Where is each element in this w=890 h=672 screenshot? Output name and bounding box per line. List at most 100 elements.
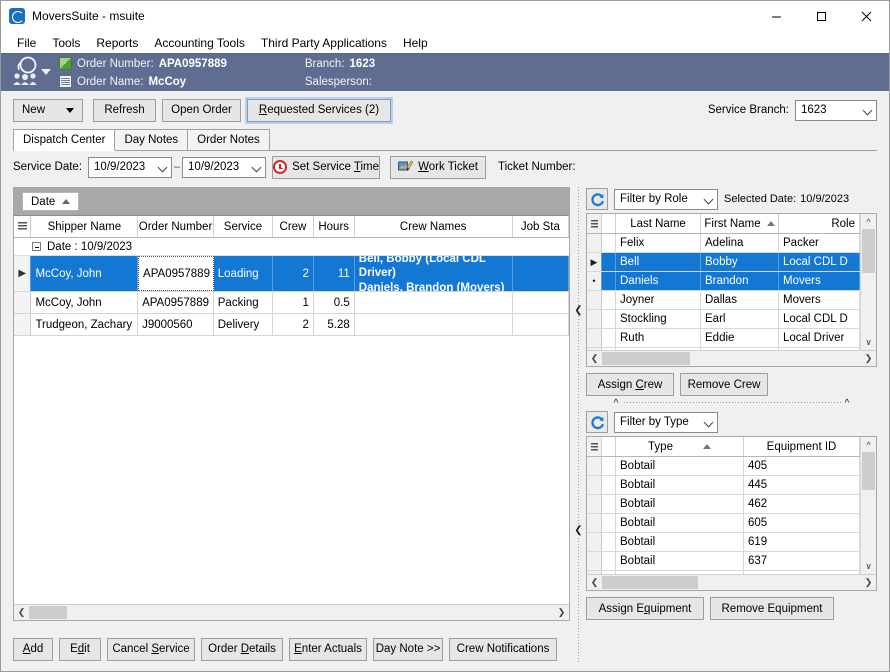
group-chip-date[interactable]: Date: [22, 192, 79, 211]
minimize-button[interactable]: [754, 1, 799, 32]
list-item[interactable]: Felix Adelina Packer: [587, 234, 860, 253]
column-order-number[interactable]: Order Number: [138, 216, 214, 237]
panel-splitter-vertical[interactable]: ❮ ❮: [572, 187, 586, 663]
list-item[interactable]: ▶ Bell Bobby Local CDL D: [587, 253, 860, 272]
scroll-left-icon[interactable]: ❮: [14, 605, 29, 620]
grid-menu-button[interactable]: [14, 216, 31, 237]
assign-crew-button[interactable]: Assign Crew: [586, 373, 674, 396]
splitter-collapse-arrow-left[interactable]: ^: [610, 398, 622, 409]
new-button[interactable]: New: [13, 99, 83, 122]
collapse-expander-icon[interactable]: [32, 242, 41, 251]
list-item[interactable]: • Daniels Brandon Movers: [587, 272, 860, 291]
vscroll-track[interactable]: [861, 229, 876, 335]
edit-button[interactable]: Edit: [59, 638, 101, 661]
hscroll-thumb[interactable]: [29, 606, 67, 619]
hscroll-thumb[interactable]: [602, 352, 690, 365]
menu-accounting-tools[interactable]: Accounting Tools: [146, 34, 253, 52]
maximize-button[interactable]: [799, 1, 844, 32]
close-button[interactable]: [844, 1, 889, 32]
list-item[interactable]: Bobtail 619: [587, 533, 860, 552]
list-item[interactable]: Bobtail 405: [587, 457, 860, 476]
tab-order-notes[interactable]: Order Notes: [187, 129, 270, 150]
vscroll-track[interactable]: [861, 452, 876, 559]
tab-day-notes[interactable]: Day Notes: [114, 129, 188, 150]
table-row[interactable]: Trudgeon, Zachary J9000560 Delivery 2 5.…: [14, 314, 569, 336]
scroll-right-icon[interactable]: ❯: [554, 605, 569, 620]
enter-actuals-button[interactable]: Enter Actuals: [289, 638, 367, 661]
scroll-right-icon[interactable]: ❯: [861, 575, 876, 590]
column-job-status[interactable]: Job Sta: [513, 216, 569, 237]
service-date-from-select[interactable]: 10/9/2023: [88, 157, 172, 178]
scroll-down-icon[interactable]: ∨: [861, 559, 876, 574]
column-hours[interactable]: Hours: [314, 216, 355, 237]
column-first-name[interactable]: First Name: [701, 214, 779, 233]
hscroll-thumb[interactable]: [602, 576, 698, 589]
group-header-row[interactable]: Date : 10/9/2023: [14, 238, 569, 256]
cancel-service-button[interactable]: Cancel Service: [107, 638, 195, 661]
vscroll-thumb[interactable]: [862, 229, 875, 273]
day-note-button[interactable]: Day Note >>: [373, 638, 443, 661]
column-type[interactable]: Type: [616, 437, 744, 456]
scroll-up-icon[interactable]: ^: [861, 437, 876, 452]
service-branch-select[interactable]: 1623: [795, 100, 877, 121]
refresh-button[interactable]: Refresh: [93, 99, 156, 122]
list-item[interactable]: Bobtail 445: [587, 476, 860, 495]
service-date-to-select[interactable]: 10/9/2023: [182, 157, 266, 178]
column-role[interactable]: Role: [779, 214, 860, 233]
list-item[interactable]: Bobtail 637: [587, 552, 860, 571]
menu-help[interactable]: Help: [395, 34, 436, 52]
list-item[interactable]: Ruth Eddie Local Driver: [587, 329, 860, 348]
vscroll-thumb[interactable]: [862, 452, 875, 490]
tab-dispatch-center[interactable]: Dispatch Center: [13, 129, 115, 151]
remove-equipment-button[interactable]: Remove Equipment: [710, 597, 834, 620]
panel-splitter-horizontal[interactable]: ^ ^: [586, 396, 877, 410]
filter-by-type-select[interactable]: Filter by Type: [614, 412, 718, 433]
equipment-refresh-button[interactable]: [586, 411, 608, 433]
list-item[interactable]: Stockling Earl Local CDL D: [587, 310, 860, 329]
column-last-name[interactable]: Last Name: [616, 214, 701, 233]
menu-file[interactable]: File: [9, 34, 44, 52]
add-button[interactable]: Add: [13, 638, 53, 661]
list-item[interactable]: Bobtail 605: [587, 514, 860, 533]
crew-notifications-button[interactable]: Crew Notifications: [449, 638, 557, 661]
hscroll-track[interactable]: [602, 351, 861, 366]
splitter-collapse-arrow-bottom[interactable]: ❮: [574, 525, 583, 536]
scroll-up-icon[interactable]: ^: [861, 214, 876, 229]
equipment-grid-hscrollbar[interactable]: ❮ ❯: [587, 574, 876, 590]
hscroll-track[interactable]: [602, 575, 861, 590]
work-ticket-button[interactable]: Work Ticket: [390, 156, 486, 179]
dispatch-grid-hscrollbar[interactable]: ❮ ❯: [14, 604, 569, 620]
remove-crew-button[interactable]: Remove Crew: [680, 373, 768, 396]
equipment-grid-menu-button[interactable]: [587, 437, 602, 456]
column-shipper-name[interactable]: Shipper Name: [31, 216, 138, 237]
equipment-grid-vscrollbar[interactable]: ^ ∨: [860, 437, 876, 574]
menu-third-party-applications[interactable]: Third Party Applications: [253, 34, 395, 52]
hscroll-track[interactable]: [29, 605, 554, 620]
crew-people-icon[interactable]: [11, 56, 53, 90]
crew-grid-menu-button[interactable]: [587, 214, 602, 233]
set-service-time-button[interactable]: Set Service Time: [272, 156, 380, 179]
open-order-button[interactable]: Open Order: [162, 99, 241, 122]
crew-refresh-button[interactable]: [586, 188, 608, 210]
crew-dropdown-caret[interactable]: [41, 69, 51, 75]
filter-by-role-select[interactable]: Filter by Role: [614, 189, 718, 210]
splitter-collapse-arrow-top[interactable]: ❮: [574, 305, 583, 316]
crew-grid-vscrollbar[interactable]: ^ ∨: [860, 214, 876, 350]
crew-grid-hscrollbar[interactable]: ❮ ❯: [587, 350, 876, 366]
scroll-left-icon[interactable]: ❮: [587, 351, 602, 366]
scroll-left-icon[interactable]: ❮: [587, 575, 602, 590]
requested-services-button[interactable]: Requested Services (2): [247, 99, 391, 122]
column-service[interactable]: Service: [214, 216, 273, 237]
table-row[interactable]: ▶ McCoy, John APA0957889 Loading 2 11 Be…: [14, 256, 569, 292]
splitter-collapse-arrow-right[interactable]: ^: [841, 398, 853, 409]
order-details-button[interactable]: Order Details: [201, 638, 283, 661]
group-by-bar[interactable]: Date: [14, 188, 569, 216]
menu-tools[interactable]: Tools: [44, 34, 88, 52]
table-row[interactable]: McCoy, John APA0957889 Packing 1 0.5: [14, 292, 569, 314]
list-item[interactable]: Bobtail 462: [587, 495, 860, 514]
scroll-down-icon[interactable]: ∨: [861, 335, 876, 350]
column-crew[interactable]: Crew: [273, 216, 314, 237]
assign-equipment-button[interactable]: Assign Equipment: [586, 597, 704, 620]
column-crew-names[interactable]: Crew Names: [355, 216, 513, 237]
list-item[interactable]: Joyner Dallas Movers: [587, 291, 860, 310]
